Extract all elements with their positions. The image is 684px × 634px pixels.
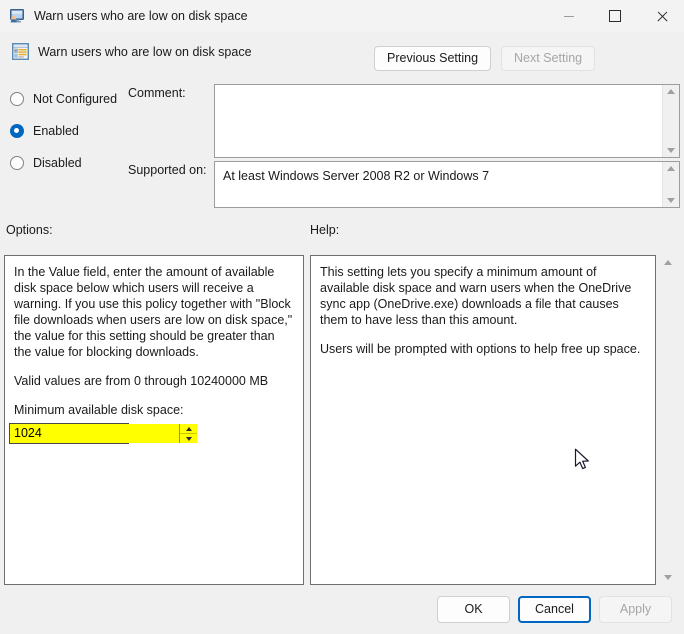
options-paragraph-2: Valid values are from 0 through 10240000… (14, 374, 269, 388)
supported-on-label: Supported on: (128, 163, 207, 177)
cancel-button[interactable]: Cancel (518, 596, 591, 623)
minimize-button[interactable] (546, 0, 592, 32)
radio-disabled-label: Disabled (33, 155, 82, 170)
apply-button: Apply (599, 596, 672, 623)
options-label: Options: (6, 223, 53, 237)
comment-value[interactable] (215, 85, 662, 157)
help-paragraph-1: This setting lets you specify a minimum … (320, 265, 632, 327)
comment-scrollbar[interactable] (662, 85, 679, 157)
setting-header: Warn users who are low on disk space (11, 42, 252, 61)
help-text: This setting lets you specify a minimum … (311, 256, 655, 357)
help-panel-wrapper: This setting lets you specify a minimum … (310, 255, 679, 585)
options-paragraph-1: In the Value field, enter the amount of … (14, 265, 293, 359)
minimum-disk-space-input[interactable] (10, 424, 179, 443)
next-setting-button: Next Setting (501, 46, 596, 71)
supported-on-scrollbar[interactable] (662, 162, 679, 207)
scroll-down-icon[interactable] (667, 148, 675, 153)
policy-setting-icon (11, 42, 30, 61)
supported-on-textbox: At least Windows Server 2008 R2 or Windo… (214, 161, 680, 208)
minimize-icon (564, 15, 574, 17)
help-label: Help: (310, 223, 340, 237)
spinner-decrement-icon[interactable] (180, 434, 197, 443)
options-paragraph-3: Minimum available disk space: (14, 403, 184, 417)
radio-not-configured-label: Not Configured (33, 91, 118, 106)
radio-enabled-label: Enabled (33, 123, 79, 138)
radio-not-configured-icon (10, 91, 24, 106)
supported-on-value: At least Windows Server 2008 R2 or Windo… (223, 169, 490, 183)
scroll-up-icon[interactable] (663, 260, 672, 265)
setting-title: Warn users who are low on disk space (38, 44, 252, 59)
maximize-button[interactable] (592, 0, 638, 32)
scroll-down-icon[interactable] (663, 575, 672, 580)
scroll-down-icon[interactable] (667, 198, 675, 203)
spinner-buttons[interactable] (179, 424, 197, 443)
title-bar: Warn users who are low on disk space (0, 0, 684, 32)
previous-setting-button[interactable]: Previous Setting (374, 46, 492, 71)
close-icon (656, 11, 667, 22)
window-controls (546, 0, 684, 32)
spinner-increment-icon[interactable] (180, 424, 197, 434)
ok-button[interactable]: OK (437, 596, 510, 623)
radio-disabled-icon (10, 155, 24, 170)
dialog-buttons: OK Cancel Apply (437, 596, 672, 623)
minimum-disk-space-spinner[interactable] (9, 423, 197, 444)
close-button[interactable] (638, 0, 684, 32)
comment-textbox[interactable] (214, 84, 680, 158)
policy-monitor-icon (9, 8, 25, 24)
scroll-up-icon[interactable] (667, 166, 675, 171)
radio-enabled-icon (10, 123, 24, 138)
help-panel: This setting lets you specify a minimum … (310, 255, 656, 585)
window-title: Warn users who are low on disk space (34, 9, 248, 23)
comment-label: Comment: (128, 86, 186, 100)
navigation-buttons: Previous Setting Next Setting (374, 46, 596, 71)
options-panel: In the Value field, enter the amount of … (4, 255, 304, 585)
help-scrollbar[interactable] (656, 255, 679, 585)
help-paragraph-2: Users will be prompted with options to h… (320, 342, 641, 356)
scroll-up-icon[interactable] (667, 89, 675, 94)
maximize-icon (609, 10, 621, 22)
radio-enabled[interactable]: Enabled (10, 118, 210, 143)
options-text: In the Value field, enter the amount of … (5, 256, 303, 418)
